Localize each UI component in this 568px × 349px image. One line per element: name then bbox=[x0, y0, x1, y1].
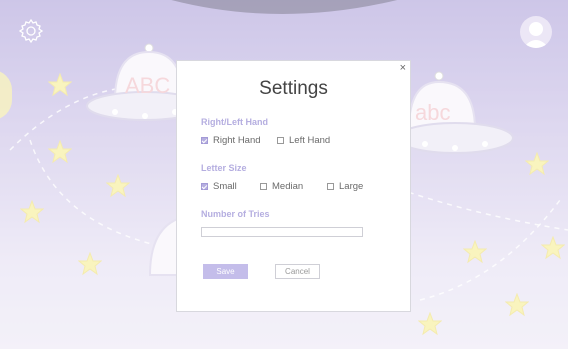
gear-icon[interactable] bbox=[18, 18, 44, 44]
avatar[interactable] bbox=[520, 16, 552, 48]
checkbox-unchecked[interactable] bbox=[277, 137, 284, 144]
cancel-button[interactable]: Cancel bbox=[275, 264, 320, 279]
checkbox-checked[interactable] bbox=[201, 183, 208, 190]
small-checkbox[interactable]: Small bbox=[201, 181, 237, 192]
right-hand-label: Right Hand bbox=[213, 135, 261, 146]
large-checkbox[interactable]: Large bbox=[327, 181, 363, 192]
avatar-icon bbox=[523, 22, 549, 48]
large-label: Large bbox=[339, 181, 364, 192]
save-button[interactable]: Save bbox=[203, 264, 248, 279]
median-checkbox[interactable]: Median bbox=[260, 181, 303, 192]
modal-title: Settings bbox=[259, 78, 328, 99]
letter-size-section-label: Letter Size bbox=[201, 163, 247, 173]
median-label: Median bbox=[272, 181, 304, 192]
hand-section-label: Right/Left Hand bbox=[201, 117, 268, 127]
close-icon[interactable]: × bbox=[400, 62, 406, 74]
left-hand-label: Left Hand bbox=[289, 135, 331, 146]
right-hand-checkbox[interactable]: Right Hand bbox=[201, 135, 261, 146]
left-hand-checkbox[interactable]: Left Hand bbox=[277, 135, 330, 146]
tries-input[interactable] bbox=[201, 227, 363, 237]
tries-section-label: Number of Tries bbox=[201, 209, 270, 219]
checkbox-checked[interactable] bbox=[201, 137, 208, 144]
small-label: Small bbox=[213, 181, 237, 192]
settings-modal: × Settings Right/Left Hand Right Hand Le… bbox=[176, 60, 411, 312]
checkbox-unchecked[interactable] bbox=[260, 183, 267, 190]
checkbox-unchecked[interactable] bbox=[327, 183, 334, 190]
